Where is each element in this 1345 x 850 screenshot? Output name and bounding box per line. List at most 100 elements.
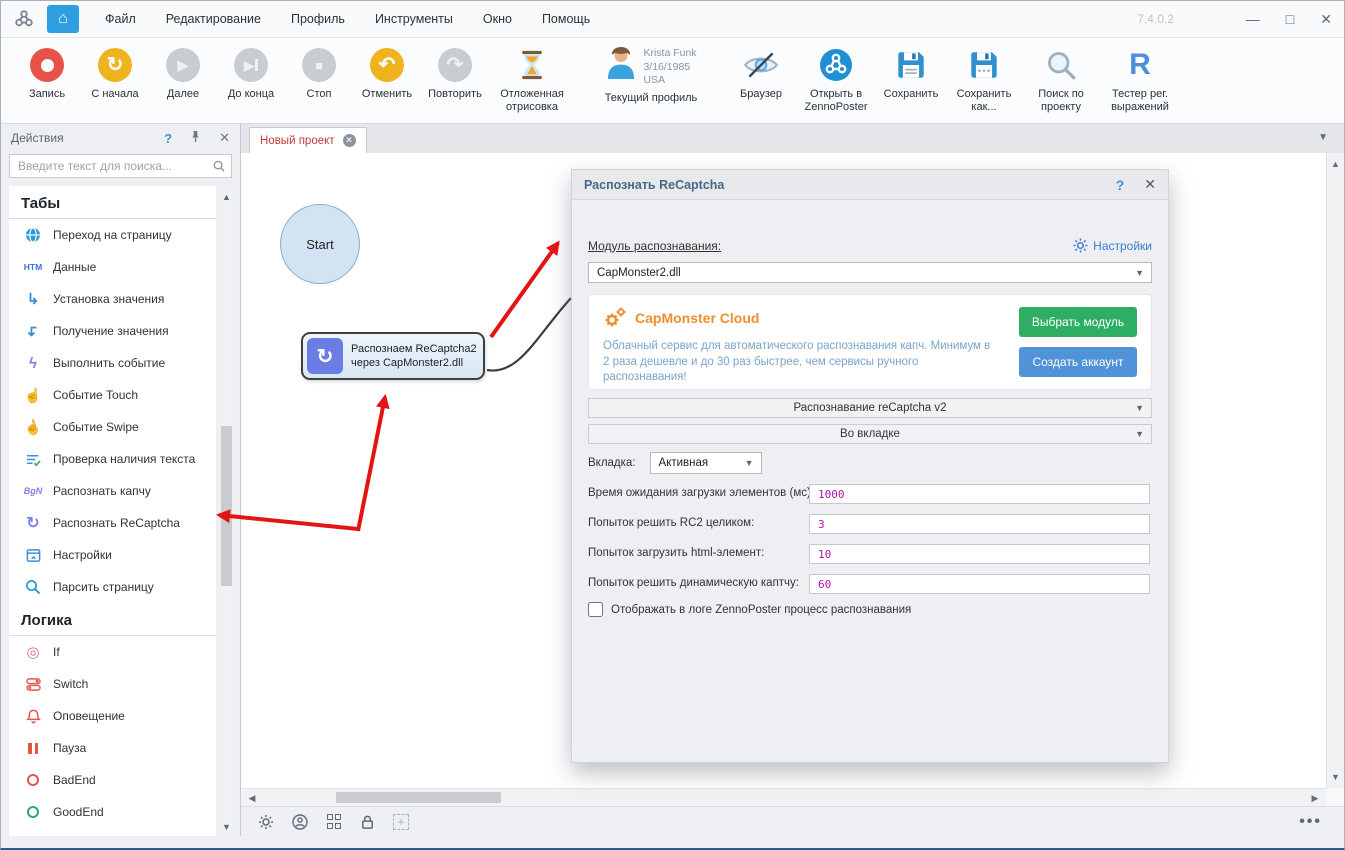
select-module-button[interactable]: Выбрать модуль [1019, 307, 1137, 337]
open-in-zennoposter-button[interactable]: Открыть в ZennoPoster [797, 45, 875, 114]
undo-icon: ↶ [370, 48, 404, 82]
save-button[interactable]: Сохранить [879, 45, 943, 101]
menu-window[interactable]: Окно [483, 12, 512, 26]
html-attempts-input[interactable] [809, 544, 1150, 564]
more-options-button[interactable]: ••• [1299, 813, 1322, 831]
sidebar-item-solve-recaptcha[interactable]: ↻ Распознать ReCaptcha [9, 507, 216, 539]
settings-link[interactable]: Настройки [1073, 238, 1152, 253]
sidebar-item-solve-captcha[interactable]: BgN Распознать капчу [9, 475, 216, 507]
sidebar-item-notification[interactable]: Оповещение [9, 700, 216, 732]
recaptcha-icon: ↻ [22, 514, 44, 532]
home-button[interactable]: ⌂ [47, 5, 79, 33]
scroll-down-icon[interactable]: ▼ [1327, 772, 1344, 782]
pin-icon[interactable] [190, 130, 201, 146]
close-icon[interactable]: ✕ [1144, 176, 1156, 193]
menu-tools[interactable]: Инструменты [375, 12, 453, 26]
canvas-vertical-scrollbar[interactable]: ▲ ▼ [1326, 153, 1344, 788]
sidebar-item-switch[interactable]: Switch [9, 668, 216, 700]
help-icon[interactable]: ? [164, 131, 172, 146]
start-node[interactable]: Start [280, 204, 360, 284]
gear-icon[interactable] [257, 813, 274, 830]
target-select[interactable]: Во вкладке▼ [588, 424, 1152, 444]
tab-list-caret-icon[interactable]: ▼ [1318, 132, 1328, 143]
record-button[interactable]: Запись [15, 45, 79, 101]
undo-button[interactable]: ↶ Отменить [355, 45, 419, 101]
tab-select[interactable]: Активная▼ [650, 452, 762, 474]
close-button[interactable]: ✕ [1320, 11, 1332, 28]
sidebar-item-goto-page[interactable]: Переход на страницу [9, 219, 216, 251]
restart-button[interactable]: ↻ С начала [83, 45, 147, 101]
actions-search [9, 154, 232, 178]
actions-list: Табы Переход на страницу HTM Данные ↳ Ус… [9, 186, 216, 838]
create-account-button[interactable]: Создать аккаунт [1019, 347, 1137, 377]
minimize-button[interactable]: — [1246, 11, 1260, 28]
sidebar-item-badend[interactable]: BadEnd [9, 764, 216, 796]
wait-time-input[interactable] [809, 484, 1150, 504]
dynamic-attempts-input[interactable] [809, 574, 1150, 594]
project-search-button[interactable]: Поиск по проекту [1025, 45, 1097, 114]
scroll-left-icon[interactable]: ◀ [247, 793, 257, 804]
log-process-checkbox[interactable] [588, 602, 603, 617]
rc2-attempts-input[interactable] [809, 514, 1150, 534]
sidebar-item-touch-event[interactable]: ☝ Событие Touch [9, 379, 216, 411]
recognition-mode-select[interactable]: Распознавание reCaptcha v2▼ [588, 398, 1152, 418]
grid-icon[interactable] [325, 813, 342, 830]
menu-file[interactable]: Файл [105, 12, 136, 26]
window-icon [22, 546, 44, 564]
capmonster-promo-card: CapMonster Cloud Облачный сервис для авт… [588, 294, 1152, 390]
lock-icon[interactable] [359, 813, 376, 830]
browser-button[interactable]: Браузер [729, 45, 793, 101]
module-select[interactable]: CapMonster2.dll▼ [588, 262, 1152, 283]
canvas-horizontal-scrollbar[interactable]: ◀ ▶ [241, 788, 1326, 806]
current-profile-button[interactable]: Krista Funk 3/16/1985 USA Текущий профил… [577, 45, 725, 105]
sidebar-item-if[interactable]: ◎ If [9, 636, 216, 668]
menu-profile[interactable]: Профиль [291, 12, 345, 26]
deferred-render-button[interactable]: Отложенная отрисовка [491, 45, 573, 114]
tab-new-project[interactable]: Новый проект ✕ [249, 127, 367, 153]
sidebar-item-goodend[interactable]: GoodEnd [9, 796, 216, 828]
sidebar-item-execute-event[interactable]: ϟ Выполнить событие [9, 347, 216, 379]
field-rc2-attempts: Попыток решить RC2 целиком: [588, 514, 1152, 534]
sidebar-scrollbar[interactable]: ▲ ▼ [219, 186, 234, 838]
scroll-up-icon[interactable]: ▲ [219, 192, 234, 202]
app-version: 7.4.0.2 [1137, 12, 1174, 26]
stop-button: ■ Стоп [287, 45, 351, 101]
goodend-icon [22, 803, 44, 821]
regex-tester-button[interactable]: R Тестер рег. выражений [1101, 45, 1179, 114]
window-footer [1, 836, 1344, 848]
scroll-down-icon[interactable]: ▼ [219, 822, 234, 832]
captcha-icon: BgN [22, 482, 44, 500]
sidebar-item-parse-page[interactable]: Парсить страницу [9, 571, 216, 603]
sidebar-item-data[interactable]: HTM Данные [9, 251, 216, 283]
dialog-header: Распознать ReCaptcha ? ✕ [572, 170, 1168, 200]
scrollbar-thumb[interactable] [221, 426, 232, 586]
scroll-right-icon[interactable]: ▶ [1310, 793, 1320, 804]
badend-icon [22, 771, 44, 789]
help-icon[interactable]: ? [1116, 177, 1125, 193]
menu-help[interactable]: Помощь [542, 12, 590, 26]
gears-icon [603, 307, 627, 329]
fit-selection-icon[interactable]: + [393, 814, 409, 830]
search-input[interactable] [16, 158, 213, 174]
step-next-button: ▶ Далее [151, 45, 215, 101]
scrollbar-thumb[interactable] [336, 792, 501, 803]
sidebar-item-settings[interactable]: Настройки [9, 539, 216, 571]
search-icon [22, 578, 44, 596]
sidebar-item-set-value[interactable]: ↳ Установка значения [9, 283, 216, 315]
search-icon [213, 160, 225, 172]
save-as-button[interactable]: Сохранить как... [947, 45, 1021, 114]
sidebar-item-check-text[interactable]: Проверка наличия текста [9, 443, 216, 475]
gear-icon [1073, 238, 1088, 253]
profile-circle-icon[interactable] [291, 813, 308, 830]
sidebar-item-swipe-event[interactable]: ☝ Событие Swipe [9, 411, 216, 443]
sidebar-item-pause[interactable]: Пауза [9, 732, 216, 764]
run-to-end-button: ▶ До конца [219, 45, 283, 101]
maximize-button[interactable]: □ [1286, 11, 1294, 28]
recaptcha-action-block[interactable]: ↻ Распознаем ReCaptcha2 через CapMonster… [301, 332, 485, 380]
scroll-up-icon[interactable]: ▲ [1327, 159, 1344, 169]
menu-edit[interactable]: Редактирование [166, 12, 261, 26]
sidebar-item-get-value[interactable]: ↴ Получение значения [9, 315, 216, 347]
canvas-bottom-toolbar: + ••• [241, 806, 1344, 836]
tab-close-icon[interactable]: ✕ [343, 134, 356, 147]
panel-close-icon[interactable]: ✕ [219, 130, 230, 146]
